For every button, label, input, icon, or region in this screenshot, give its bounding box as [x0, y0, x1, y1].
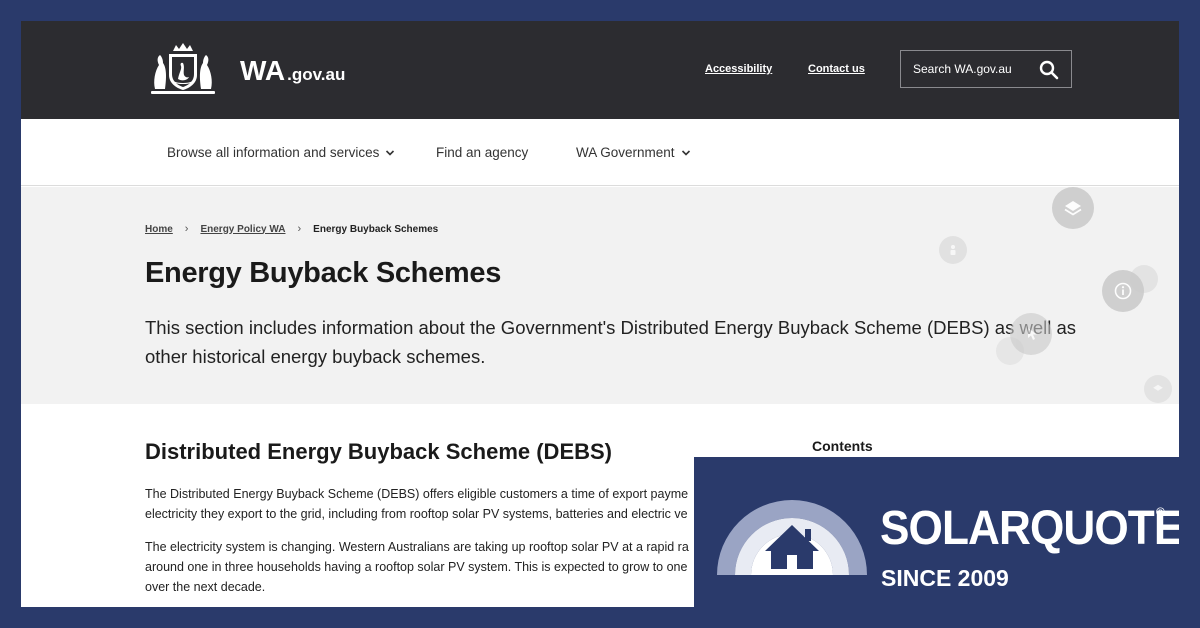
contact-us-link[interactable]: Contact us: [808, 63, 865, 75]
logo-wa-text: WA: [240, 55, 286, 86]
paragraph-line: The Distributed Energy Buyback Scheme (D…: [145, 487, 689, 501]
site-header: WA .gov.au Accessibility Contact us: [21, 21, 1179, 119]
site-logo[interactable]: WA .gov.au: [240, 55, 345, 87]
layers-icon[interactable]: [1052, 187, 1094, 229]
wa-coat-of-arms-icon[interactable]: [145, 41, 221, 97]
search-input[interactable]: [913, 62, 1039, 76]
logo-suffix-text: .gov.au: [287, 65, 346, 84]
breadcrumb: Home › Energy Policy WA › Energy Buyback…: [145, 223, 438, 235]
page-hero: Home › Energy Policy WA › Energy Buyback…: [21, 187, 1179, 404]
nav-wa-government-label: WA Government: [576, 145, 675, 160]
paragraph-line: electricity they export to the grid, inc…: [145, 507, 688, 521]
search-box: [900, 50, 1072, 88]
solarquotes-wordmark: SOLARQUOTES: [880, 502, 1179, 555]
chevron-right-icon: ›: [297, 223, 302, 235]
contents-heading: Contents: [812, 438, 873, 454]
location-icon[interactable]: [996, 337, 1024, 365]
debs-paragraph-2: The electricity system is changing. West…: [145, 537, 725, 597]
breadcrumb-home[interactable]: Home: [145, 224, 173, 235]
paragraph-line: around one in three households having a …: [145, 560, 688, 574]
chevron-down-icon: [681, 149, 690, 156]
page-intro: This section includes information about …: [145, 317, 1077, 367]
nav-browse-label: Browse all information and services: [167, 145, 380, 160]
nav-browse-services[interactable]: Browse all information and services: [167, 145, 395, 160]
chevron-right-icon: ›: [184, 223, 189, 235]
since-2009-text: SINCE 2009: [881, 565, 1009, 591]
nav-wa-government[interactable]: WA Government: [576, 145, 691, 160]
section-title-debs: Distributed Energy Buyback Scheme (DEBS): [145, 439, 613, 464]
house-arch-icon: [717, 500, 867, 575]
paragraph-line: The electricity system is changing. West…: [145, 540, 689, 554]
chevron-down-icon: [386, 149, 395, 156]
nav-find-agency-label: Find an agency: [436, 145, 529, 160]
breadcrumb-current: Energy Buyback Schemes: [313, 223, 439, 235]
solarquotes-badge: SOLARQUOTES ® SINCE 2009: [694, 457, 1179, 607]
debs-paragraph-1: The Distributed Energy Buyback Scheme (D…: [145, 484, 725, 524]
person-icon[interactable]: [939, 236, 967, 264]
page-title: Energy Buyback Schemes: [145, 257, 502, 289]
paragraph-line: over the next decade.: [145, 580, 266, 594]
settings-icon[interactable]: [1130, 265, 1158, 293]
main-nav: Browse all information and services Find…: [21, 119, 1179, 186]
registered-mark: ®: [1156, 505, 1165, 519]
nav-find-agency[interactable]: Find an agency: [436, 145, 528, 160]
breadcrumb-energy-policy[interactable]: Energy Policy WA: [200, 224, 285, 235]
accessibility-link[interactable]: Accessibility: [705, 63, 772, 75]
layers-small-icon[interactable]: [1144, 375, 1172, 403]
search-icon[interactable]: [1039, 60, 1059, 80]
